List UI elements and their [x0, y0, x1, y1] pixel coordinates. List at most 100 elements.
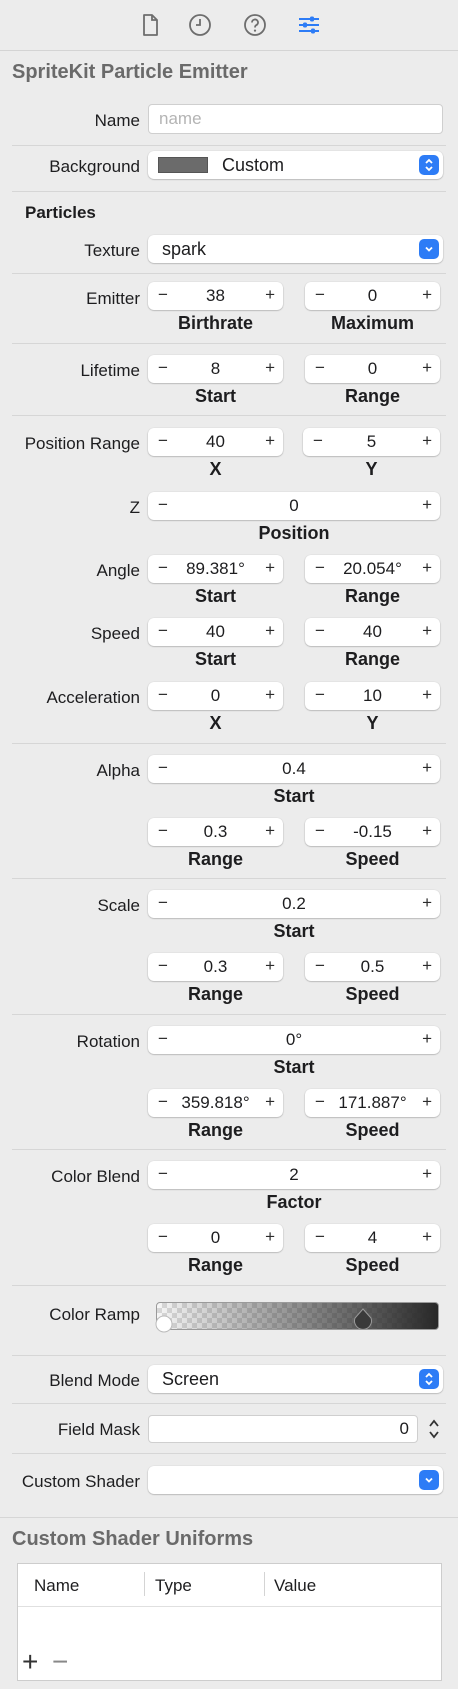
angle-range-value[interactable]: 20.054° [327, 559, 418, 579]
increment-button[interactable]: + [422, 495, 432, 515]
color-blend-speed-value[interactable]: 4 [327, 1228, 418, 1248]
scale-speed-stepper[interactable]: − 0.5 + [305, 953, 440, 981]
decrement-button[interactable]: − [158, 431, 168, 451]
color-ramp-gradient[interactable] [156, 1302, 439, 1330]
rotation-start-value[interactable]: 0° [170, 1030, 418, 1050]
increment-button[interactable]: + [422, 758, 432, 778]
scale-start-value[interactable]: 0.2 [170, 894, 418, 914]
decrement-button[interactable]: − [158, 821, 168, 841]
position-x-value[interactable]: 40 [170, 432, 261, 452]
decrement-button[interactable]: − [158, 1029, 168, 1049]
file-icon[interactable] [137, 12, 163, 38]
color-blend-speed-stepper[interactable]: − 4 + [305, 1224, 440, 1252]
color-blend-range-stepper[interactable]: − 0 + [148, 1224, 283, 1252]
decrement-button[interactable]: − [158, 558, 168, 578]
increment-button[interactable]: + [422, 685, 432, 705]
field-mask-value[interactable]: 0 [400, 1419, 409, 1439]
position-x-stepper[interactable]: − 40 + [148, 428, 283, 456]
decrement-button[interactable]: − [315, 1092, 325, 1112]
acceleration-y-stepper[interactable]: − 10 + [305, 682, 440, 710]
birthrate-stepper[interactable]: − 38 + [148, 282, 283, 310]
increment-button[interactable]: + [422, 358, 432, 378]
increment-button[interactable]: + [265, 285, 275, 305]
decrement-button[interactable]: − [315, 821, 325, 841]
decrement-button[interactable]: − [158, 358, 168, 378]
birthrate-value[interactable]: 38 [170, 286, 261, 306]
background-popup[interactable]: Custom [148, 151, 443, 179]
decrement-button[interactable]: − [315, 685, 325, 705]
help-icon[interactable] [242, 12, 268, 38]
alpha-range-value[interactable]: 0.3 [170, 822, 261, 842]
increment-button[interactable]: + [422, 956, 432, 976]
increment-button[interactable]: + [265, 621, 275, 641]
increment-button[interactable]: + [265, 821, 275, 841]
speed-start-stepper[interactable]: − 40 + [148, 618, 283, 646]
increment-button[interactable]: + [265, 956, 275, 976]
decrement-button[interactable]: − [158, 495, 168, 515]
angle-start-value[interactable]: 89.381° [170, 559, 261, 579]
acceleration-x-stepper[interactable]: − 0 + [148, 682, 283, 710]
lifetime-start-stepper[interactable]: − 8 + [148, 355, 283, 383]
alpha-start-value[interactable]: 0.4 [170, 759, 418, 779]
color-blend-factor-value[interactable]: 2 [170, 1165, 418, 1185]
decrement-button[interactable]: − [315, 285, 325, 305]
column-header-value[interactable]: Value [274, 1576, 316, 1596]
decrement-button[interactable]: − [313, 431, 323, 451]
speed-range-stepper[interactable]: − 40 + [305, 618, 440, 646]
increment-button[interactable]: + [265, 1092, 275, 1112]
color-blend-range-value[interactable]: 0 [170, 1228, 261, 1248]
decrement-button[interactable]: − [158, 621, 168, 641]
decrement-button[interactable]: − [315, 1227, 325, 1247]
lifetime-range-value[interactable]: 0 [327, 359, 418, 379]
maximum-stepper[interactable]: − 0 + [305, 282, 440, 310]
rotation-range-stepper[interactable]: − 359.818° + [148, 1089, 283, 1117]
rotation-speed-value[interactable]: 171.887° [327, 1093, 418, 1113]
decrement-button[interactable]: − [315, 558, 325, 578]
increment-button[interactable]: + [265, 358, 275, 378]
acceleration-y-value[interactable]: 10 [327, 686, 418, 706]
alpha-start-stepper[interactable]: − 0.4 + [148, 755, 440, 783]
decrement-button[interactable]: − [158, 285, 168, 305]
color-blend-factor-stepper[interactable]: − 2 + [148, 1161, 440, 1189]
attributes-icon[interactable] [296, 12, 322, 38]
z-position-stepper[interactable]: − 0 + [148, 492, 440, 520]
scale-range-stepper[interactable]: − 0.3 + [148, 953, 283, 981]
decrement-button[interactable]: − [158, 956, 168, 976]
angle-start-stepper[interactable]: − 89.381° + [148, 555, 283, 583]
lifetime-start-value[interactable]: 8 [170, 359, 261, 379]
field-mask-input[interactable]: 0 [148, 1415, 418, 1443]
increment-button[interactable]: + [422, 431, 432, 451]
z-position-value[interactable]: 0 [170, 496, 418, 516]
increment-button[interactable]: + [422, 893, 432, 913]
position-y-value[interactable]: 5 [325, 432, 418, 452]
decrement-button[interactable]: − [158, 1092, 168, 1112]
decrement-button[interactable]: − [315, 358, 325, 378]
remove-button[interactable]: − [52, 1648, 68, 1676]
scale-start-stepper[interactable]: − 0.2 + [148, 890, 440, 918]
decrement-button[interactable]: − [158, 685, 168, 705]
blend-mode-popup[interactable]: Screen [148, 1365, 443, 1393]
scale-range-value[interactable]: 0.3 [170, 957, 261, 977]
decrement-button[interactable]: − [315, 956, 325, 976]
ramp-stop-start[interactable] [154, 1314, 174, 1334]
decrement-button[interactable]: − [158, 758, 168, 778]
position-y-stepper[interactable]: − 5 + [303, 428, 440, 456]
alpha-speed-stepper[interactable]: − -0.15 + [305, 818, 440, 846]
column-header-type[interactable]: Type [155, 1576, 192, 1596]
rotation-speed-stepper[interactable]: − 171.887° + [305, 1089, 440, 1117]
decrement-button[interactable]: − [158, 893, 168, 913]
increment-button[interactable]: + [422, 1092, 432, 1112]
increment-button[interactable]: + [265, 685, 275, 705]
texture-popup[interactable]: spark [148, 235, 443, 263]
increment-button[interactable]: + [265, 558, 275, 578]
angle-range-stepper[interactable]: − 20.054° + [305, 555, 440, 583]
decrement-button[interactable]: − [158, 1227, 168, 1247]
lifetime-range-stepper[interactable]: − 0 + [305, 355, 440, 383]
decrement-button[interactable]: − [315, 621, 325, 641]
increment-button[interactable]: + [422, 1227, 432, 1247]
custom-shader-popup[interactable] [148, 1466, 443, 1494]
increment-button[interactable]: + [422, 1029, 432, 1049]
rotation-range-value[interactable]: 359.818° [170, 1093, 261, 1113]
field-mask-stepper-icon[interactable] [426, 1415, 442, 1443]
ramp-stop-end[interactable] [352, 1308, 374, 1334]
